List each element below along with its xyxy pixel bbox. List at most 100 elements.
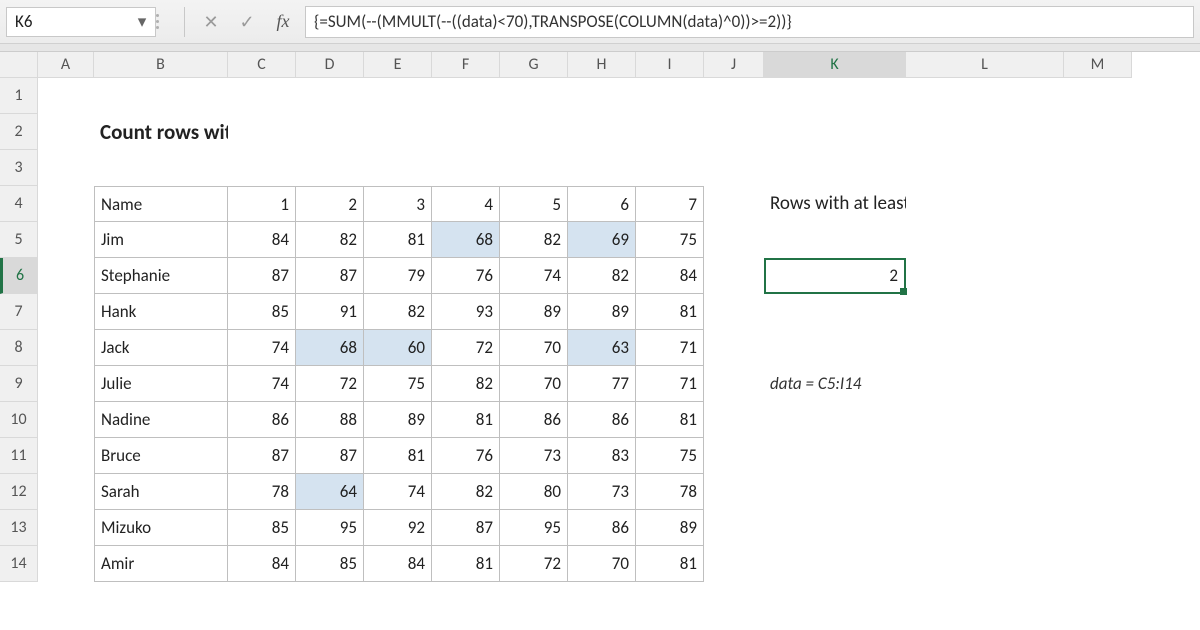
cell[interactable] (704, 366, 764, 402)
row-header[interactable]: 12 (0, 474, 38, 510)
name-box[interactable]: K6 ▾ (6, 7, 156, 37)
cell[interactable] (1064, 402, 1132, 438)
column-header[interactable]: I (636, 52, 704, 78)
cell[interactable] (906, 546, 1064, 582)
cell[interactable] (568, 114, 636, 150)
table-cell[interactable]: 82 (500, 222, 568, 258)
table-cell[interactable]: 87 (228, 258, 296, 294)
table-cell[interactable]: 82 (296, 222, 364, 258)
table-cell[interactable]: 60 (364, 330, 432, 366)
cell[interactable] (296, 114, 364, 150)
cell[interactable] (906, 402, 1064, 438)
cell[interactable] (1064, 366, 1132, 402)
cell[interactable] (764, 150, 906, 186)
cell[interactable] (906, 330, 1064, 366)
cell[interactable] (764, 546, 906, 582)
cell[interactable] (38, 78, 94, 114)
table-cell[interactable]: 80 (500, 474, 568, 510)
cell[interactable] (38, 222, 94, 258)
cell[interactable] (228, 150, 296, 186)
table-cell[interactable]: 84 (228, 222, 296, 258)
cell[interactable] (500, 78, 568, 114)
resize-handle-icon[interactable] (156, 7, 162, 37)
row-header[interactable]: 6 (0, 258, 38, 294)
cell[interactable] (432, 114, 500, 150)
cell[interactable] (1064, 294, 1132, 330)
table-cell[interactable]: 82 (432, 366, 500, 402)
cell[interactable] (296, 78, 364, 114)
cell[interactable] (906, 258, 1064, 294)
cell[interactable] (636, 78, 704, 114)
row-header[interactable]: 10 (0, 402, 38, 438)
table-cell[interactable]: 74 (364, 474, 432, 510)
cell[interactable] (764, 222, 906, 258)
table-cell[interactable]: 73 (500, 438, 568, 474)
cell[interactable] (704, 474, 764, 510)
table-cell[interactable]: 89 (568, 294, 636, 330)
cell[interactable] (704, 330, 764, 366)
table-cell[interactable]: 87 (432, 510, 500, 546)
row-header[interactable]: 9 (0, 366, 38, 402)
cell[interactable] (906, 294, 1064, 330)
table-cell[interactable]: 85 (228, 294, 296, 330)
table-cell[interactable]: 81 (636, 294, 704, 330)
cell[interactable] (764, 474, 906, 510)
cell[interactable] (364, 150, 432, 186)
table-cell[interactable]: 70 (500, 330, 568, 366)
table-row-name[interactable]: Stephanie (94, 258, 228, 294)
row-header[interactable]: 1 (0, 78, 38, 114)
table-cell[interactable]: 82 (364, 294, 432, 330)
table-cell[interactable]: 77 (568, 366, 636, 402)
cell[interactable] (432, 150, 500, 186)
cell[interactable] (94, 150, 228, 186)
table-cell[interactable]: 86 (568, 510, 636, 546)
row-header[interactable]: 14 (0, 546, 38, 582)
row-header[interactable]: 2 (0, 114, 38, 150)
cell[interactable] (704, 222, 764, 258)
cell[interactable] (704, 510, 764, 546)
row-header[interactable]: 7 (0, 294, 38, 330)
column-header[interactable]: G (500, 52, 568, 78)
cell[interactable] (906, 78, 1064, 114)
cell[interactable] (704, 546, 764, 582)
cell[interactable] (906, 438, 1064, 474)
cell[interactable] (764, 510, 906, 546)
table-cell[interactable]: 85 (296, 546, 364, 582)
table-row-name[interactable]: Nadine (94, 402, 228, 438)
spreadsheet-grid[interactable]: ABCDEFGHIJKLM12Count rows with at least … (0, 52, 1200, 582)
table-cell[interactable]: 70 (568, 546, 636, 582)
selected-cell[interactable]: 2 (764, 258, 906, 294)
cell[interactable] (764, 402, 906, 438)
table-header-num[interactable]: 2 (296, 186, 364, 222)
table-header-num[interactable]: 5 (500, 186, 568, 222)
cell[interactable] (38, 474, 94, 510)
table-cell[interactable]: 73 (568, 474, 636, 510)
column-header[interactable]: H (568, 52, 636, 78)
cell[interactable] (704, 78, 764, 114)
cell[interactable] (1064, 330, 1132, 366)
cell[interactable] (38, 114, 94, 150)
cell[interactable] (704, 294, 764, 330)
row-header[interactable]: 4 (0, 186, 38, 222)
select-all-corner[interactable] (0, 52, 38, 78)
cell[interactable] (1064, 222, 1132, 258)
table-cell[interactable]: 93 (432, 294, 500, 330)
table-row-name[interactable]: Mizuko (94, 510, 228, 546)
cell[interactable] (364, 114, 432, 150)
cell[interactable] (704, 438, 764, 474)
table-cell[interactable]: 78 (228, 474, 296, 510)
cell[interactable] (704, 186, 764, 222)
cell[interactable] (906, 150, 1064, 186)
cell[interactable] (38, 186, 94, 222)
cell[interactable] (1064, 186, 1132, 222)
table-row-name[interactable]: Jim (94, 222, 228, 258)
cell[interactable] (364, 78, 432, 114)
column-header[interactable]: K (764, 52, 906, 78)
table-cell[interactable]: 87 (228, 438, 296, 474)
table-cell[interactable]: 81 (364, 438, 432, 474)
cell[interactable] (906, 186, 1064, 222)
table-cell[interactable]: 72 (296, 366, 364, 402)
table-cell[interactable]: 84 (364, 546, 432, 582)
cell[interactable] (1064, 438, 1132, 474)
cancel-formula-button[interactable]: ✕ (193, 7, 229, 37)
